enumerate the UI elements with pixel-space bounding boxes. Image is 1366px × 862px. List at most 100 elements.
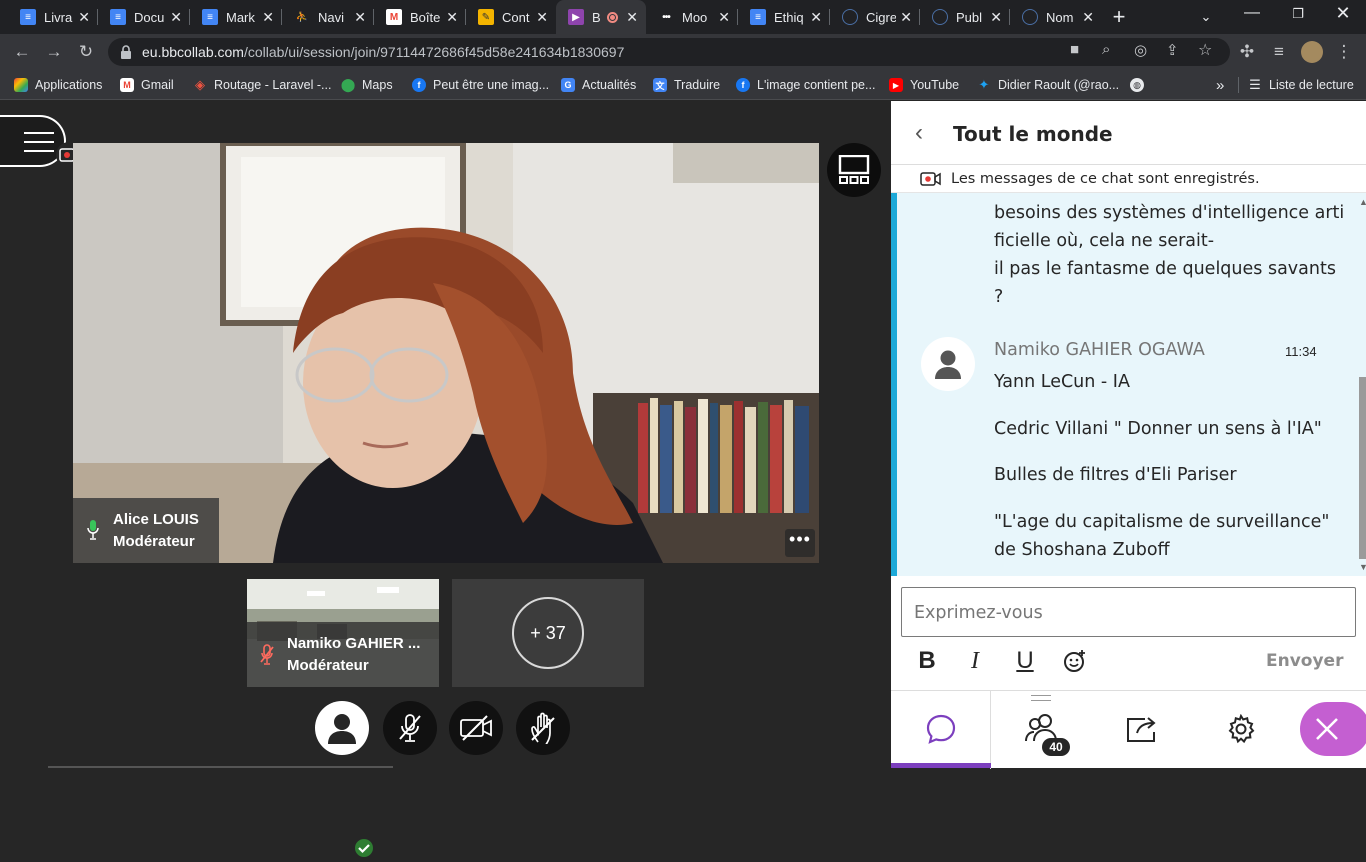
new-tab-button[interactable]: + [1106,3,1132,31]
minimize-window-icon[interactable]: — [1242,4,1262,26]
browser-tab[interactable]: Cigre ✕ [830,0,920,34]
apps-grid-icon [14,78,28,92]
bookmark-facebook-2[interactable]: f L'image contient pe... [736,76,875,94]
browser-tab[interactable]: M Boîte ✕ [374,0,466,34]
close-icon [1316,718,1338,740]
more-bookmarks-button[interactable]: » [1216,76,1224,94]
browser-tab[interactable]: ⛹ Navi ✕ [282,0,374,34]
gmail-icon: M [386,9,402,25]
more-options-button[interactable]: ••• [785,529,815,557]
docs-icon: ≡ [202,9,218,25]
close-icon[interactable]: ✕ [262,9,274,26]
close-icon[interactable]: ✕ [990,9,1002,26]
bookmark-laravel[interactable]: ◈ Routage - Laravel -... [193,76,331,94]
reading-list-button[interactable]: ☰ Liste de lecture [1248,76,1354,94]
layout-toggle-icon[interactable] [827,143,881,197]
back-arrow-icon[interactable]: ← [11,41,33,63]
browser-tab[interactable]: Publ ✕ [920,0,1010,34]
figure-icon: ⛹ [294,9,310,25]
chat-input[interactable]: Exprimez-vous [901,587,1356,637]
tab-participants[interactable]: 40 [991,691,1091,769]
user-avatar-icon [328,714,356,744]
participant-thumbnail[interactable]: Namiko GAHIER ... Modérateur [247,579,439,687]
more-participants-count: + 37 [512,597,584,669]
drag-handle-icon[interactable] [1031,695,1051,701]
chat-message-list[interactable]: besoins des systèmes d'intelligence arti… [891,193,1366,576]
camera-blocked-icon[interactable]: ■ [1070,41,1079,58]
bold-button[interactable]: B [913,646,941,676]
scroll-up-icon[interactable]: ▲ [1359,197,1366,207]
browser-tab[interactable]: ••• Moo ✕ [646,0,738,34]
chat-title: Tout le monde [953,122,1113,146]
browser-tab-active[interactable]: ▶ B ✕ [556,0,646,34]
camera-toggle-button[interactable] [449,701,503,755]
italic-button[interactable]: I [961,646,989,676]
close-icon[interactable]: ✕ [78,9,90,26]
tab-search-chevron-icon[interactable]: ⌄ [1196,6,1216,28]
bookmark-globe[interactable]: ◍ [1130,76,1151,94]
facebook-icon: f [412,78,426,92]
raise-hand-button[interactable] [516,701,570,755]
tab-chat[interactable] [891,691,991,769]
close-window-icon[interactable]: ✕ [1333,3,1353,27]
underline-button[interactable]: U [1011,646,1039,676]
chat-scrollbar[interactable]: ▲ ▼ [1356,193,1366,576]
bookmark-twitter[interactable]: ✦ Didier Raoult (@rao... [977,76,1120,94]
close-icon[interactable]: ✕ [626,9,638,26]
media-queue-icon[interactable]: ≡ [1268,41,1290,63]
forward-arrow-icon[interactable]: → [43,41,65,63]
user-avatar-icon [935,350,961,379]
close-icon[interactable]: ✕ [170,9,182,26]
tab-share-content[interactable] [1091,691,1191,769]
bookmark-maps[interactable]: ⬤ Maps [341,76,393,94]
more-participants-tile[interactable]: + 37 [452,579,644,687]
share-icon[interactable]: ⇪ [1166,41,1179,59]
browser-tab[interactable]: ≡ Mark ✕ [190,0,282,34]
close-icon[interactable]: ✕ [718,9,730,26]
reload-icon[interactable]: ↻ [75,41,97,63]
close-icon[interactable]: ✕ [1082,9,1094,26]
bookmark-youtube[interactable]: ▶ YouTube [889,76,959,94]
extensions-puzzle-icon[interactable]: ✣ [1236,41,1258,63]
close-panel-button[interactable] [1300,702,1366,756]
browser-tab[interactable]: ✎ Cont ✕ [466,0,556,34]
chat-panel: ‹ Tout le monde Les messages de ce chat … [891,101,1366,769]
bookmark-star-icon[interactable]: ☆ [1198,40,1212,60]
microphone-toggle-button[interactable] [383,701,437,755]
tab-settings[interactable] [1191,691,1291,769]
bookmark-applications[interactable]: Applications [14,76,102,94]
close-icon[interactable]: ✕ [900,9,912,26]
browser-tab[interactable]: ≡ Docu ✕ [98,0,190,34]
browser-tab[interactable]: ≡ Livra ✕ [8,0,98,34]
bookmark-news[interactable]: G Actualités [561,76,636,94]
microphone-muted-icon [260,644,274,665]
message-text: ? [994,287,1004,307]
close-icon[interactable]: ✕ [810,9,822,26]
browser-tab[interactable]: ≡ Ethiq ✕ [738,0,830,34]
address-bar[interactable]: eu.bbcollab.com/collab/ui/session/join/9… [108,38,1230,66]
zoom-icon[interactable]: ⌕ [1102,41,1110,58]
scroll-down-icon[interactable]: ▼ [1359,562,1366,572]
recording-indicator-icon [606,11,618,23]
browser-tab[interactable]: Nom ✕ [1010,0,1102,34]
send-button[interactable]: Envoyer [1266,651,1343,671]
profile-avatar[interactable] [1301,41,1323,63]
close-icon[interactable]: ✕ [536,9,548,26]
my-status-button[interactable] [315,701,369,755]
bookmark-translate[interactable]: 文 Traduire [653,76,720,94]
kebab-menu-icon[interactable]: ⋮ [1333,41,1355,63]
eye-slash-icon[interactable]: ◎ [1134,41,1147,59]
blackboard-icon: ▶ [568,9,584,25]
message-text: Bulles de filtres d'Eli Pariser [994,465,1237,485]
session-stage: Alice LOUIS Modérateur ••• Namiko GAHIER… [0,101,891,859]
chevron-left-icon[interactable]: ‹ [915,119,939,147]
dots-icon: ••• [658,9,674,25]
gmail-icon: M [120,78,134,92]
close-icon[interactable]: ✕ [354,9,366,26]
restore-window-icon[interactable]: ❐ [1288,6,1308,28]
emoji-button[interactable] [1061,646,1089,676]
close-icon[interactable]: ✕ [446,9,458,26]
scroll-thumb[interactable] [1359,377,1366,559]
bookmark-facebook-1[interactable]: f Peut être une imag... [412,76,549,94]
bookmark-gmail[interactable]: M Gmail [120,76,174,94]
